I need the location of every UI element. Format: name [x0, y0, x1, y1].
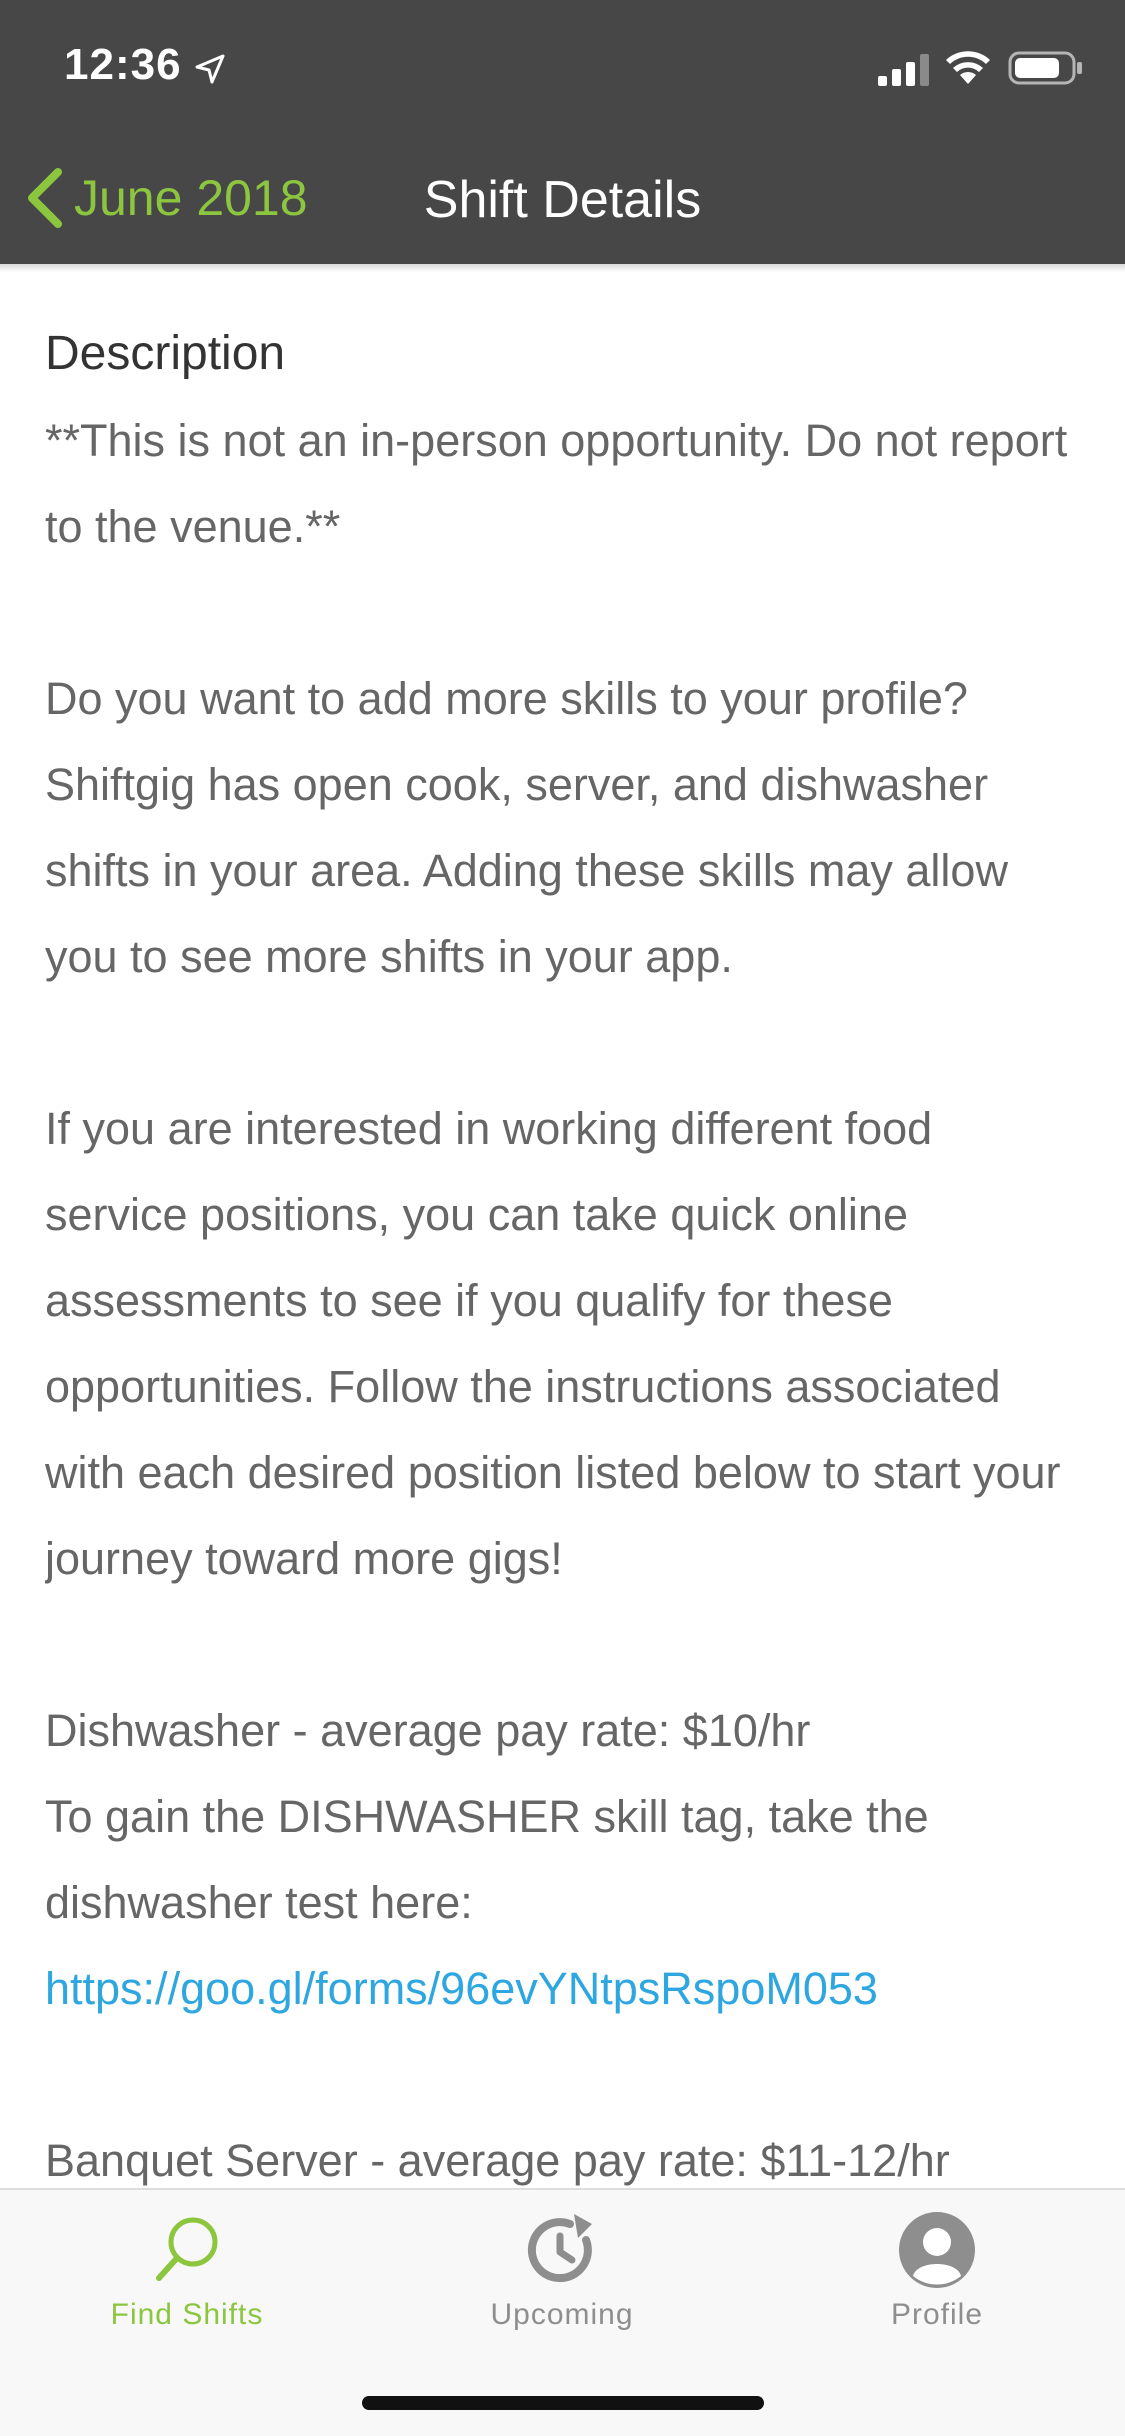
location-arrow-icon [195, 54, 225, 84]
status-time: 12:36 [64, 40, 182, 89]
nav-shadow [0, 264, 1125, 272]
tab-profile[interactable]: Profile [807, 2210, 1067, 2360]
dishwasher-test-link[interactable]: https://goo.gl/forms/96evYNtpsRspoM053 [45, 1963, 878, 2014]
description-paragraph: Do you want to add more skills to your p… [45, 673, 1021, 982]
dishwasher-instruction-text: To gain the DISHWASHER skill tag, take t… [45, 1791, 942, 1928]
dishwasher-instructions: To gain the DISHWASHER skill tag, take t… [45, 1774, 1085, 2032]
tab-find-shifts[interactable]: Find Shifts [57, 2210, 317, 2360]
dishwasher-pay-line: Dishwasher - average pay rate: $10/hr [45, 1705, 811, 1756]
battery-icon [1008, 51, 1082, 85]
shift-description[interactable]: Description **This is not an in-person o… [45, 300, 1085, 2188]
status-bar: 12:36 [0, 0, 1125, 132]
top-bar: 12:36 June 2018 Shift Details [0, 0, 1125, 264]
signal-icon [878, 54, 929, 86]
description-paragraph: If you are interested in working differe… [45, 1103, 1074, 1584]
tab-label: Profile [890, 2298, 984, 2331]
tab-label: Upcoming [490, 2298, 634, 2331]
clock-history-icon [527, 2214, 592, 2283]
banquet-pay-line: Banquet Server - average pay rate: $11-1… [45, 2135, 950, 2186]
tab-label: Find Shifts [110, 2298, 264, 2331]
description-paragraph: **This is not an in-person opportunity. … [45, 415, 1080, 552]
wifi-icon [946, 51, 990, 84]
nav-bar: June 2018 Shift Details [0, 132, 1125, 264]
section-title: Description [45, 327, 286, 380]
page-title: Shift Details [423, 171, 702, 229]
home-indicator[interactable] [362, 2396, 764, 2410]
app-screen: 12:36 June 2018 Shift Details Descriptio… [0, 0, 1125, 2436]
search-icon [156, 2217, 218, 2281]
tab-upcoming[interactable]: Upcoming [432, 2210, 692, 2360]
profile-icon [899, 2212, 975, 2288]
